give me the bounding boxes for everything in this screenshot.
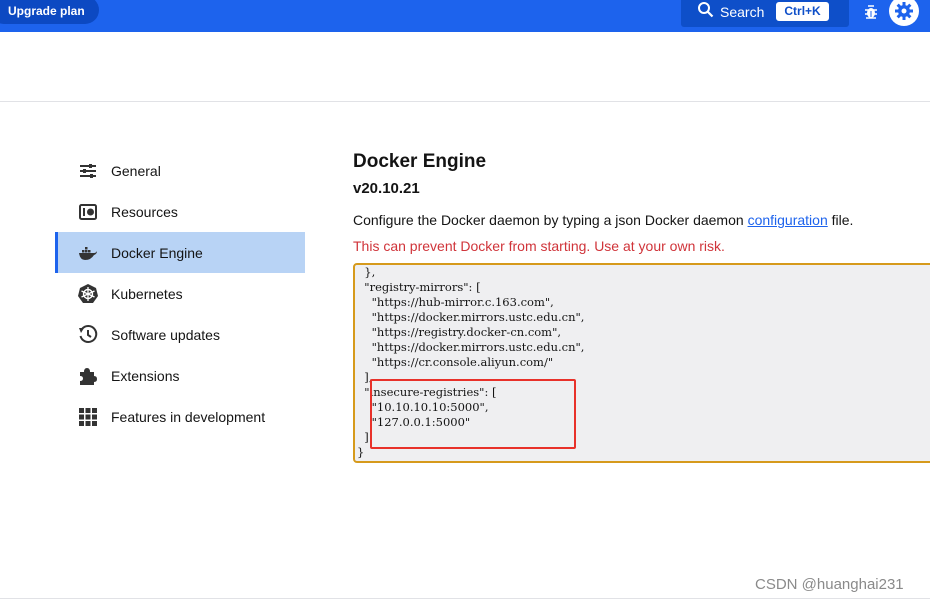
search-icon [697,1,714,23]
code-line: "https://cr.console.aliyun.com/" [357,355,554,369]
sidebar-item-general[interactable]: General [55,150,305,191]
sidebar-item-docker-engine[interactable]: Docker Engine [55,232,305,273]
code-line: "https://docker.mirrors.ustc.edu.cn", [357,340,585,354]
upgrade-plan-button[interactable]: Upgrade plan [0,0,99,24]
troubleshoot-bug-icon[interactable] [861,2,881,22]
sidebar-item-software-updates[interactable]: Software updates [55,314,305,355]
sidebar-item-label: Features in development [111,408,266,425]
description-text: Configure the Docker daemon by typing a … [353,210,930,230]
sidebar-item-resources[interactable]: Resources [55,191,305,232]
configuration-link[interactable]: configuration [748,212,828,228]
puzzle-icon [77,365,99,387]
history-icon [77,324,99,346]
sidebar-item-features-in-development[interactable]: Features in development [55,396,305,437]
settings-header [0,32,930,102]
search-shortcut: Ctrl+K [776,2,829,21]
sliders-icon [77,160,99,182]
watermark: CSDN @huanghai231 [755,576,904,593]
grid-icon [77,406,99,428]
page-title: Docker Engine [353,151,487,172]
sidebar-item-label: Kubernetes [111,285,183,302]
code-line: "https://docker.mirrors.ustc.edu.cn", [357,310,585,324]
search-label: Search [720,3,765,20]
sidebar-item-extensions[interactable]: Extensions [55,355,305,396]
sidebar-item-label: Software updates [111,326,220,343]
description-suffix: file. [827,212,854,228]
code-line: }, [357,265,376,279]
docker-engine-panel: Docker Engine v20.10.21 Configure the Do… [353,148,930,256]
code-line: "registry-mirrors": [ [357,280,481,294]
annotation-highlight-box [370,379,576,449]
settings-sidebar: General Resources Docker Engine Kubernet… [55,150,305,437]
sidebar-item-label: Docker Engine [111,244,203,261]
code-line: "https://hub-mirror.c.163.com", [357,295,554,309]
sidebar-item-label: Resources [111,203,178,220]
code-line: "https://registry.docker-cn.com", [357,325,562,339]
engine-version: v20.10.21 [353,180,420,197]
settings-gear-icon[interactable] [889,0,919,26]
footer-divider [0,598,930,599]
top-bar: Upgrade plan Search Ctrl+K [0,0,930,32]
search-button[interactable]: Search Ctrl+K [681,0,849,27]
description-prefix: Configure the Docker daemon by typing a … [353,212,748,228]
warning-text: This can prevent Docker from starting. U… [353,238,725,254]
docker-whale-icon [77,242,99,264]
sidebar-item-label: Extensions [111,367,180,384]
sidebar-item-kubernetes[interactable]: Kubernetes [55,273,305,314]
kubernetes-icon [77,283,99,305]
sidebar-item-label: General [111,162,161,179]
resources-icon [77,201,99,223]
